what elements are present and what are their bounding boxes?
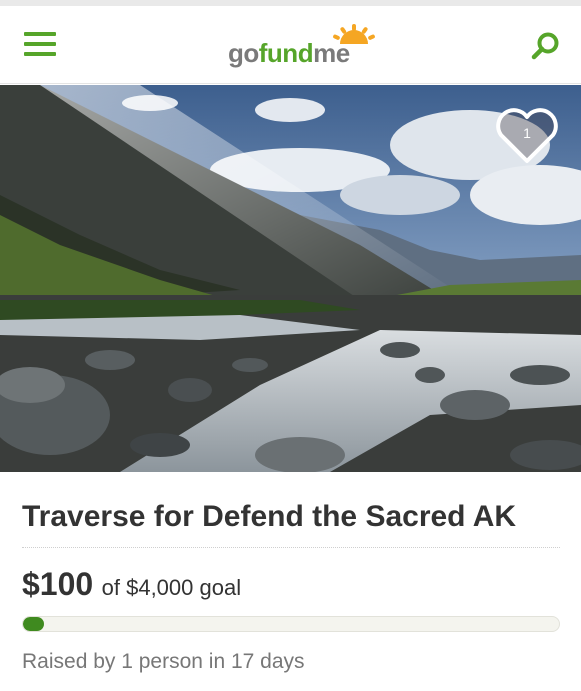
amount-row: $100 of $4,000 goal <box>22 566 241 603</box>
search-button[interactable] <box>530 30 562 62</box>
divider <box>22 547 560 548</box>
progress-bar <box>22 616 560 632</box>
favorite-heart-button[interactable]: 1 <box>494 107 560 165</box>
donor-summary: Raised by 1 person in 17 days <box>22 650 305 673</box>
logo-go: go <box>228 38 259 68</box>
campaign-hero-image: 1 <box>0 85 581 472</box>
logo-me: me <box>313 38 350 68</box>
gofundme-logo[interactable]: gofundme <box>228 24 378 72</box>
progress-fill <box>23 617 45 631</box>
raised-amount: $100 <box>22 566 94 602</box>
top-bar: gofundme <box>0 6 581 84</box>
logo-fund: fund <box>258 38 314 68</box>
search-icon <box>531 32 559 60</box>
hamburger-menu-button[interactable] <box>24 32 56 60</box>
logo-wordmark: gofundme <box>228 38 350 69</box>
goal-amount: of $4,000 goal <box>101 575 242 600</box>
menu-line <box>24 42 56 46</box>
campaign-title[interactable]: Traverse for Defend the Sacred AK <box>22 500 516 534</box>
menu-line <box>24 52 56 56</box>
heart-count: 1 <box>523 125 531 141</box>
menu-line <box>24 32 56 36</box>
